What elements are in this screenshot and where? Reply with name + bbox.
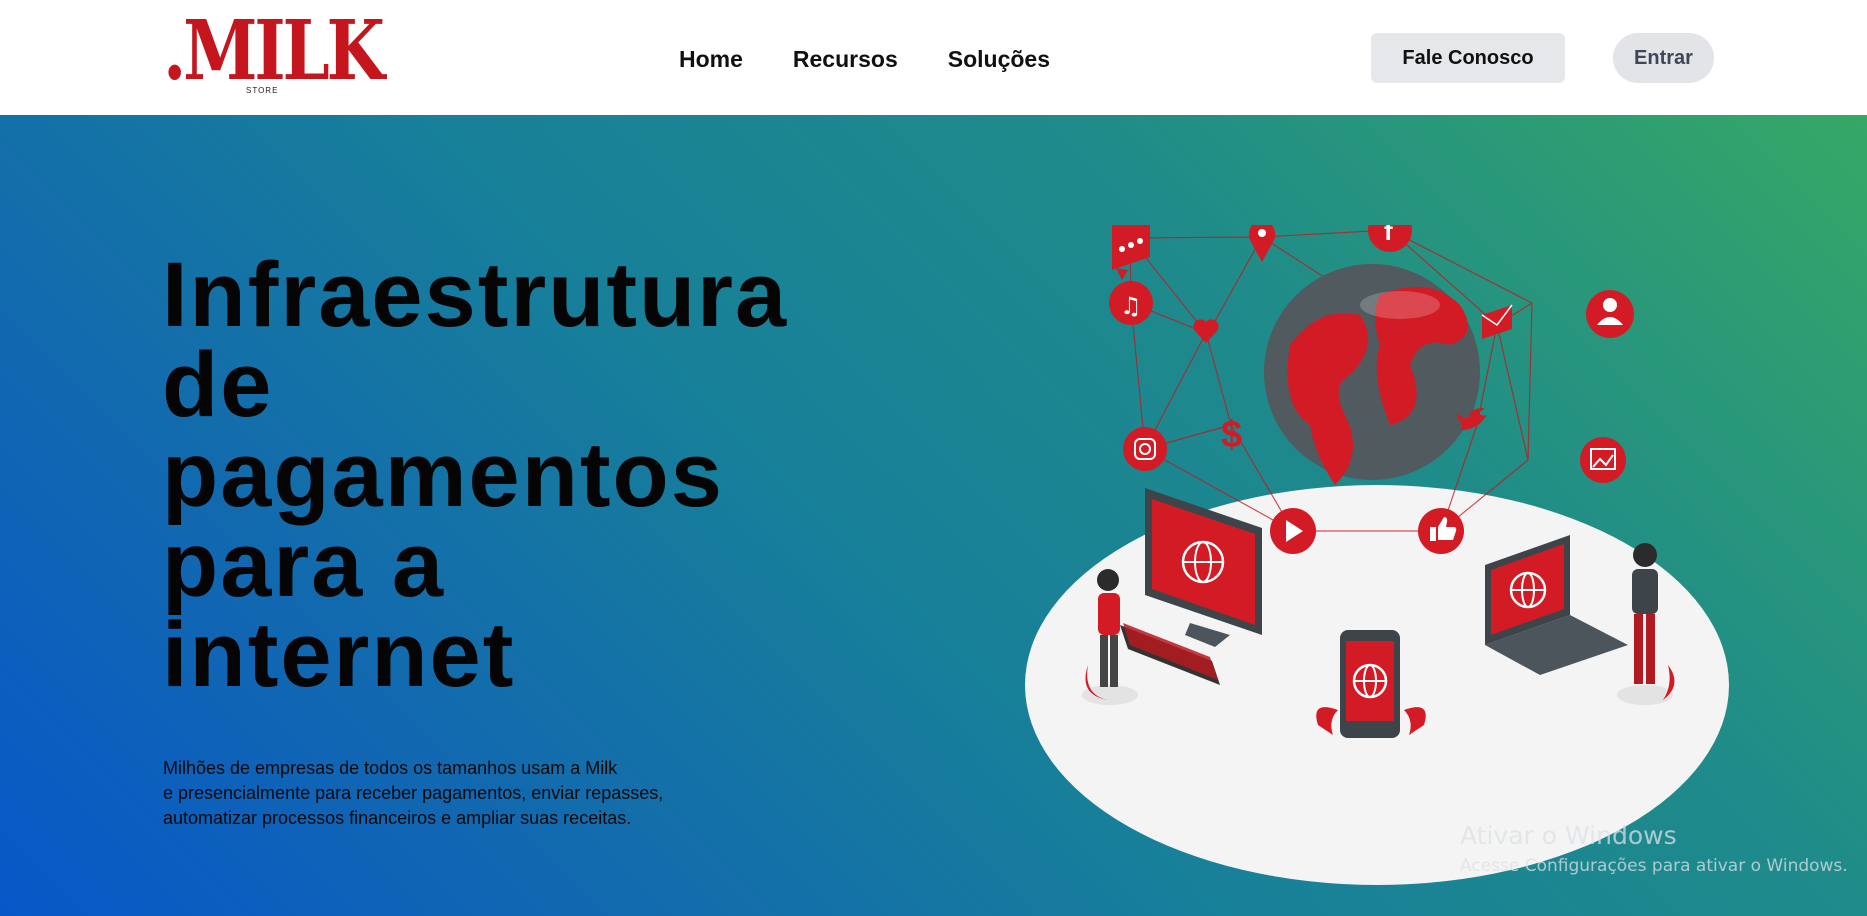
music-icon: ♫: [1109, 281, 1153, 325]
globe-icon: [1264, 264, 1480, 485]
brand-logo[interactable]: .MILK STORE: [163, 6, 385, 100]
login-button[interactable]: Entrar: [1613, 33, 1714, 83]
play-icon: [1270, 508, 1316, 554]
site-header: .MILK STORE Home Recursos Soluções Fale …: [0, 0, 1867, 115]
thumbs-up-icon: [1418, 508, 1464, 554]
svg-text:f: f: [1384, 225, 1393, 246]
network-illustration: f ♫ $: [1025, 225, 1729, 885]
logo-wordmark: .MILK: [163, 3, 385, 99]
windows-activation-watermark: Ativar o Windows Acesse Configurações pa…: [1460, 821, 1848, 876]
hero-title-line: de: [162, 334, 274, 436]
instagram-icon: [1123, 427, 1167, 471]
nav-link-recursos[interactable]: Recursos: [793, 46, 898, 73]
hero-section: Infraestrutura de pagamentos para a inte…: [0, 115, 1867, 916]
hero-title-line: Infraestrutura: [162, 244, 789, 346]
hero-title: Infraestrutura de pagamentos para a inte…: [162, 244, 789, 706]
hero-description-line: e presencialmente para receber pagamento…: [163, 783, 664, 803]
location-pin-icon: [1248, 225, 1276, 262]
contact-button[interactable]: Fale Conosco: [1371, 33, 1565, 83]
hero-description-line: automatizar processos financeiros e ampl…: [163, 808, 632, 828]
watermark-subtitle: Acesse Configurações para ativar o Windo…: [1460, 856, 1848, 876]
logo-subtitle: STORE: [246, 86, 279, 95]
dollar-icon: $: [1221, 414, 1242, 456]
heart-icon: [1193, 319, 1219, 343]
hero-title-line: para a: [162, 514, 446, 616]
watermark-title: Ativar o Windows: [1460, 821, 1677, 850]
facebook-icon: f: [1368, 225, 1412, 252]
main-nav: Home Recursos Soluções: [679, 46, 1050, 73]
svg-text:♫: ♫: [1120, 292, 1142, 320]
hero-title-line: pagamentos: [162, 424, 724, 526]
svg-text:$: $: [1221, 414, 1242, 456]
user-icon: [1586, 290, 1634, 338]
hero-title-line: internet: [162, 604, 516, 706]
nav-link-solucoes[interactable]: Soluções: [948, 46, 1050, 73]
mail-icon: [1481, 304, 1513, 339]
hero-description: Milhões de empresas de todos os tamanhos…: [163, 756, 763, 831]
hero-description-line: Milhões de empresas de todos os tamanhos…: [163, 758, 618, 778]
nav-link-home[interactable]: Home: [679, 46, 743, 73]
image-icon: [1580, 437, 1626, 483]
